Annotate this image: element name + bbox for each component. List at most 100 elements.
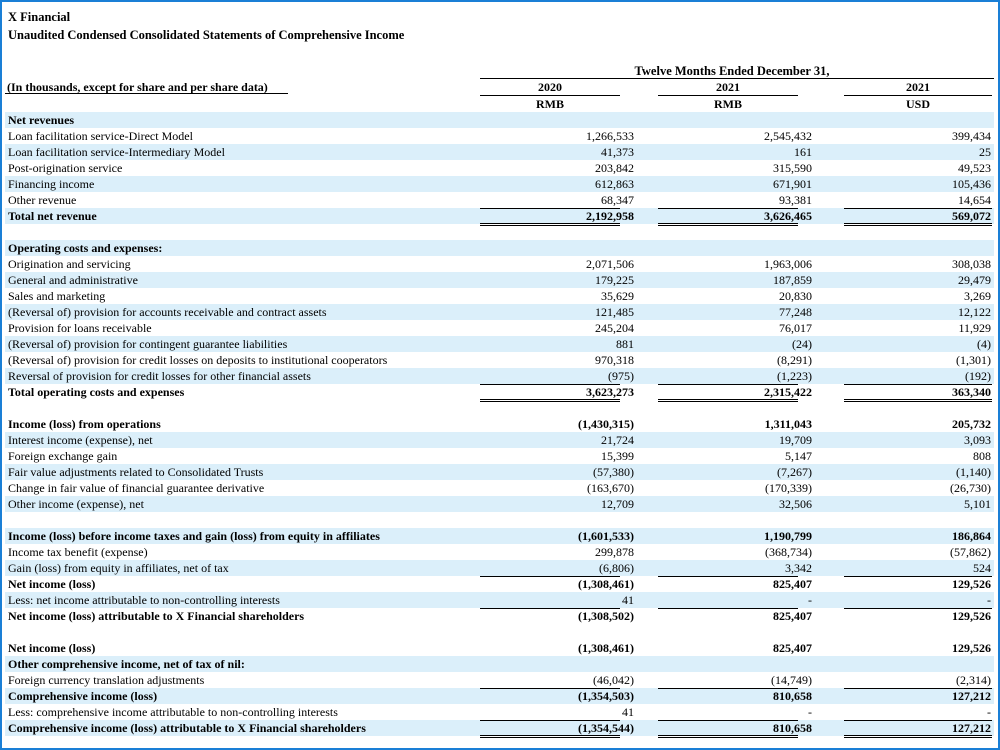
- row-value-col-2: 1,190,799: [764, 529, 812, 543]
- subtotal-rule: [658, 608, 798, 609]
- row-value-col-1: (1,601,533): [578, 529, 634, 543]
- row-value-col-1: 1,266,533: [586, 129, 634, 143]
- row-label: (Reversal of) provision for credit losse…: [8, 353, 388, 367]
- table-row: Loan facilitation service-Intermediary M…: [5, 144, 994, 160]
- row-value-col-2: 825,407: [773, 641, 812, 655]
- col-1-underline: [480, 95, 620, 96]
- table-row: [5, 512, 994, 528]
- row-value-col-1: (6,806): [599, 561, 634, 575]
- row-value-col-3: (192): [965, 369, 991, 383]
- row-value-col-1: 2,192,958: [586, 209, 634, 223]
- table-row: Total net revenue 2,192,958 3,626,465 569,0…: [5, 208, 994, 224]
- col-3-currency: USD: [905, 97, 930, 111]
- subtotal-rule: [658, 576, 798, 577]
- row-value-col-3: 29,479: [958, 273, 991, 287]
- row-label: Income tax benefit (expense): [8, 545, 148, 559]
- row-value-col-3: -: [987, 593, 991, 607]
- table-row: Net income (loss) (1,308,461) 825,407 129,5…: [5, 640, 994, 656]
- subtotal-rule: [844, 608, 992, 609]
- row-value-col-1: 21,724: [601, 433, 634, 447]
- row-value-col-2: 3,626,465: [764, 209, 812, 223]
- table-row: (Reversal of) provision for accounts rec…: [5, 304, 994, 320]
- total-double-rule: [844, 735, 992, 738]
- row-value-col-2: 2,315,422: [764, 385, 812, 399]
- col-2-currency: RMB: [714, 97, 742, 111]
- table-row: [5, 624, 994, 640]
- row-value-col-3: 186,864: [952, 529, 991, 543]
- row-label: Net income (loss): [8, 641, 96, 655]
- table-row: Reversal of provision for credit losses …: [5, 368, 994, 384]
- row-value-col-2: 3,342: [785, 561, 812, 575]
- row-value-col-1: (1,430,315): [578, 417, 634, 431]
- row-value-col-3: 3,093: [964, 433, 991, 447]
- table-row: Comprehensive income (loss) (1,354,503) 81…: [5, 688, 994, 704]
- row-value-col-3: 3,269: [964, 289, 991, 303]
- row-value-col-1: (1,308,502): [578, 609, 634, 623]
- row-value-col-2: 1,963,006: [764, 257, 812, 271]
- table-row: Fair value adjustments related to Consol…: [5, 464, 994, 480]
- company-name: X Financial: [8, 10, 71, 24]
- row-value-col-1: (975): [608, 369, 634, 383]
- row-value-col-3: 12,122: [958, 305, 991, 319]
- row-value-col-1: 881: [616, 337, 634, 351]
- row-value-col-2: (1,223): [777, 369, 812, 383]
- row-value-col-2: 810,658: [773, 689, 812, 703]
- row-label: General and administrative: [8, 273, 138, 287]
- row-label: Comprehensive income (loss) attributable…: [8, 721, 366, 735]
- row-value-col-2: 161: [794, 145, 812, 159]
- row-label: Less: comprehensive income attributable …: [8, 705, 338, 719]
- row-value-col-2: 671,901: [773, 177, 812, 191]
- row-label: Loan facilitation service-Direct Model: [8, 129, 193, 143]
- table-row: (Reversal of) provision for contingent g…: [5, 336, 994, 352]
- row-value-col-1: 179,225: [595, 273, 634, 287]
- table-row: Less: comprehensive income attributable …: [5, 704, 994, 720]
- row-label: Operating costs and expenses:: [8, 241, 163, 255]
- row-label: Net revenues: [8, 113, 75, 127]
- row-value-col-3: (2,314): [956, 673, 991, 687]
- subtotal-rule: [658, 720, 798, 721]
- subtotal-rule: [480, 608, 620, 609]
- row-label: Net income (loss): [8, 577, 96, 591]
- statement-title: Unaudited Condensed Consolidated Stateme…: [8, 28, 405, 42]
- row-label: Other revenue: [8, 193, 77, 207]
- row-value-col-2: 825,407: [773, 609, 812, 623]
- row-value-col-2: (14,749): [771, 673, 812, 687]
- row-value-col-1: 2,071,506: [586, 257, 634, 271]
- row-value-col-3: 569,072: [952, 209, 991, 223]
- row-value-col-3: 363,340: [952, 385, 991, 399]
- row-value-col-2: 187,859: [773, 273, 812, 287]
- row-value-col-3: 5,101: [964, 497, 991, 511]
- row-value-col-3: 11,929: [958, 321, 991, 335]
- table-row: Change in fair value of financial guaran…: [5, 480, 994, 496]
- row-value-col-2: 32,506: [779, 497, 812, 511]
- row-label: Other comprehensive income, net of tax o…: [8, 657, 245, 671]
- table-row: Less: net income attributable to non-con…: [5, 592, 994, 608]
- row-value-col-3: 308,038: [952, 257, 991, 271]
- row-value-col-1: 41: [622, 593, 634, 607]
- subtotal-rule: [480, 576, 620, 577]
- period-header: Twelve Months Ended December 31,: [634, 64, 830, 78]
- row-value-col-3: 105,436: [952, 177, 991, 191]
- row-label: Loan facilitation service-Intermediary M…: [8, 145, 225, 159]
- row-value-col-1: 3,623,273: [586, 385, 634, 399]
- row-value-col-2: 93,381: [779, 193, 812, 207]
- row-value-col-3: (1,140): [956, 465, 991, 479]
- row-value-col-3: (4): [977, 337, 991, 351]
- row-label: (Reversal of) provision for accounts rec…: [8, 305, 327, 319]
- subtotal-rule: [844, 688, 992, 689]
- row-value-col-3: (57,862): [950, 545, 991, 559]
- row-value-col-2: -: [808, 593, 812, 607]
- statement-document: X Financial Unaudited Condensed Consolid…: [0, 0, 1000, 750]
- subtotal-rule: [480, 720, 620, 721]
- subtotal-rule: [480, 208, 620, 209]
- subtotal-rule: [844, 384, 992, 385]
- subtotal-rule: [480, 688, 620, 689]
- col-3-underline: [844, 95, 992, 96]
- row-value-col-1: 299,878: [595, 545, 634, 559]
- row-value-col-3: 399,434: [952, 129, 991, 143]
- row-value-col-2: (170,339): [765, 481, 812, 495]
- units-note: (In thousands, except for share and per …: [7, 80, 268, 94]
- total-double-rule: [658, 735, 798, 738]
- row-label: Foreign currency translation adjustments: [8, 673, 205, 687]
- row-label: Post-origination service: [8, 161, 123, 175]
